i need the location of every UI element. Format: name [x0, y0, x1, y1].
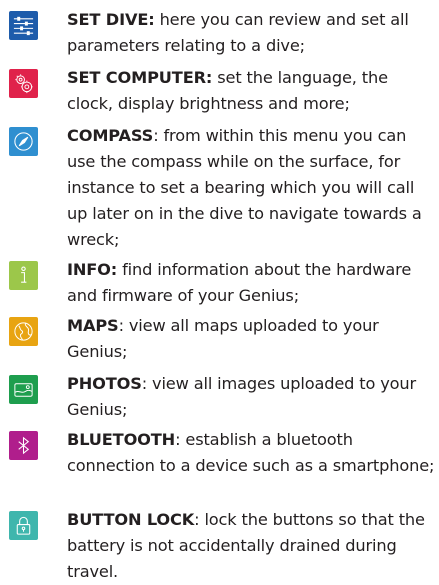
- bluetooth-icon: [9, 431, 38, 460]
- lock-icon: [9, 511, 38, 540]
- sliders-icon: [9, 11, 38, 40]
- compass-icon: [9, 127, 38, 156]
- item-text: COMPASS: from within this menu you can u…: [67, 123, 435, 253]
- info-icon: [9, 261, 38, 290]
- gears-icon: [9, 69, 38, 98]
- item-title: SET COMPUTER:: [67, 68, 213, 87]
- menu-description-list: SET DIVE: here you can review and set al…: [0, 0, 439, 583]
- item-text: MAPS: view all maps uploaded to your Gen…: [67, 313, 435, 365]
- item-title: INFO:: [67, 260, 118, 279]
- item-text: BLUETOOTH: establish a bluetooth connect…: [67, 427, 435, 479]
- photo-icon: [9, 375, 38, 404]
- item-title: MAPS: [67, 316, 119, 335]
- item-text: SET DIVE: here you can review and set al…: [67, 7, 435, 59]
- item-title: SET DIVE:: [67, 10, 155, 29]
- item-text: BUTTON LOCK: lock the buttons so that th…: [67, 507, 435, 585]
- item-title: COMPASS: [67, 126, 154, 145]
- item-text: SET COMPUTER: set the language, the cloc…: [67, 65, 435, 117]
- item-text: PHOTOS: view all images uploaded to your…: [67, 371, 435, 423]
- item-title: BUTTON LOCK: [67, 510, 195, 529]
- globe-icon: [9, 317, 38, 346]
- item-title: BLUETOOTH: [67, 430, 176, 449]
- item-text: INFO: find information about the hardwar…: [67, 257, 435, 309]
- item-description: find information about the hardware and …: [67, 260, 412, 305]
- item-title: PHOTOS: [67, 374, 142, 393]
